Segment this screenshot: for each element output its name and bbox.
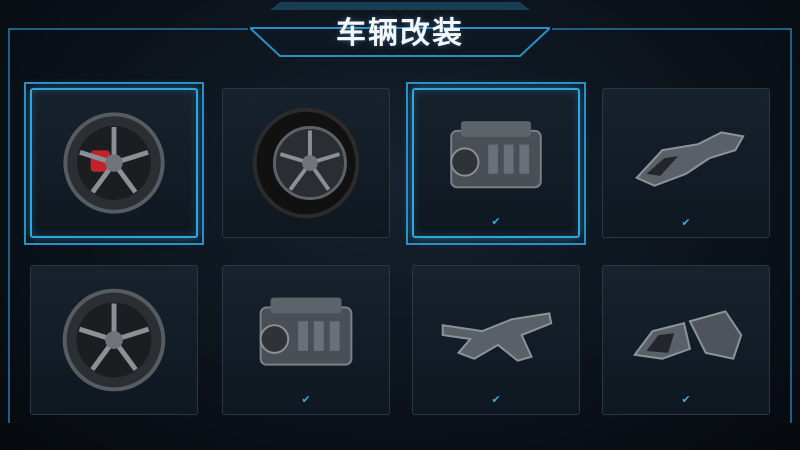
wheel-icon	[62, 288, 166, 392]
installed-check-icon: ✔	[681, 393, 691, 406]
mod-card-wheel-red[interactable]	[30, 88, 198, 238]
installed-check-icon: ✔	[681, 216, 691, 229]
frame-line-right	[790, 28, 792, 423]
page-title: 车辆改装	[336, 16, 464, 51]
body-panel-icon	[632, 310, 743, 360]
frame-line-top-left	[8, 28, 248, 30]
mod-card-engine-2[interactable]: ✔	[222, 265, 390, 415]
crossmember-icon	[441, 312, 553, 362]
mod-card-wheel[interactable]	[30, 265, 198, 415]
installed-check-icon: ✔	[491, 393, 501, 406]
mod-card-chassis[interactable]: ✔	[602, 88, 770, 238]
installed-check-icon: ✔	[301, 393, 311, 406]
tire-icon	[252, 107, 360, 219]
frame-line-left	[8, 28, 10, 423]
mod-card-body-panel[interactable]: ✔	[602, 265, 770, 415]
frame-icon	[635, 131, 745, 187]
mod-card-tire[interactable]	[222, 88, 390, 238]
title-bar: 车辆改装	[250, 0, 550, 58]
mod-card-crossmember[interactable]: ✔	[412, 265, 580, 415]
engine-icon	[259, 297, 353, 366]
wheel-icon	[63, 112, 165, 214]
frame-line-top-right	[552, 28, 792, 30]
mod-card-engine-1[interactable]: ✔	[412, 88, 580, 238]
installed-check-icon: ✔	[491, 215, 501, 228]
